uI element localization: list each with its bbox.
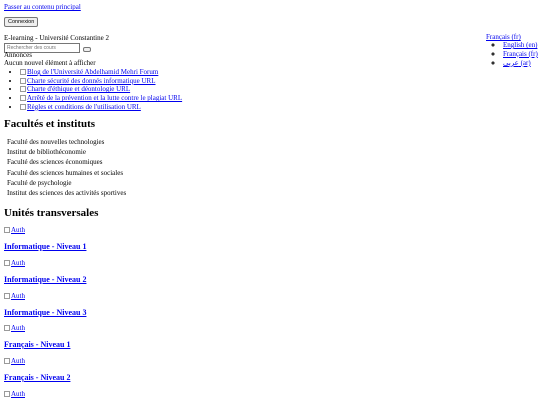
broken-image-icon — [4, 391, 10, 397]
broken-image-icon — [4, 293, 10, 299]
broken-image-icon — [4, 358, 10, 364]
useful-links-list: Blog de l'Université Abdelhamid Mehri Fo… — [12, 68, 182, 111]
announcements-block: Annonces Aucun nouvel élément à afficher — [4, 51, 96, 67]
faculty-item[interactable]: Institut de bibliothéconomie — [7, 148, 126, 158]
faculty-item[interactable]: Institut des sciences des activités spor… — [7, 189, 126, 199]
faculties-list: Faculté des nouvelles technologies Insti… — [7, 138, 126, 199]
faculty-item[interactable]: Faculté des sciences humaines et sociale… — [7, 169, 126, 179]
useful-link[interactable]: Charte d'éthique et déontologie URL — [20, 85, 130, 93]
unit-image-link[interactable]: Auth — [4, 324, 25, 333]
language-menu: Français (fr) English (en) Français (fr)… — [486, 33, 538, 67]
broken-image-icon — [4, 227, 10, 233]
unit-image-link[interactable]: Auth — [4, 357, 25, 366]
unit-image-link[interactable]: Auth — [4, 226, 25, 235]
useful-link[interactable]: Règles et conditions de l'utilisation UR… — [20, 103, 141, 111]
unit-title-link[interactable]: Informatique - Niveau 2 — [4, 275, 86, 285]
useful-link[interactable]: Arrêté de la prévention et la lutte cont… — [20, 94, 182, 102]
list-item: Arrêté de la prévention et la lutte cont… — [20, 94, 182, 103]
site-name: E-learning - Université Constantine 2 — [4, 34, 109, 42]
list-item: Règles et conditions de l'utilisation UR… — [20, 103, 182, 112]
broken-image-icon — [20, 77, 26, 84]
broken-image-icon — [20, 95, 26, 102]
list-item: Blog de l'Université Abdelhamid Mehri Fo… — [20, 68, 182, 77]
faculties-heading: Facultés et instituts — [4, 118, 96, 130]
language-option: Français (fr) — [503, 50, 540, 59]
skip-to-content-link[interactable]: Passer au contenu principal — [4, 3, 81, 12]
broken-image-icon — [20, 69, 26, 75]
language-options: English (en) Français (fr) عربي (ar) — [493, 41, 540, 67]
language-current[interactable]: Français (fr) — [486, 33, 521, 41]
faculty-item[interactable]: Faculté de psychologie — [7, 179, 126, 189]
unit-image-link[interactable]: Auth — [4, 292, 25, 301]
broken-image-icon — [4, 325, 10, 331]
announcements-empty-text: Aucun nouvel élément à afficher — [4, 59, 96, 67]
unit-image-link[interactable]: Auth — [4, 259, 25, 268]
unit-title-link[interactable]: Informatique - Niveau 1 — [4, 242, 86, 252]
list-item: Charte d'éthique et déontologie URL — [20, 85, 182, 94]
broken-image-icon — [4, 260, 10, 266]
unit-title-link[interactable]: Français - Niveau 1 — [4, 340, 70, 350]
useful-link[interactable]: Charte sécurité des donnés informatique … — [20, 77, 156, 85]
unit-image-link[interactable]: Auth — [4, 390, 25, 399]
faculty-item[interactable]: Faculté des nouvelles technologies — [7, 138, 126, 148]
broken-image-icon — [20, 103, 26, 110]
language-option: English (en) — [503, 41, 540, 50]
broken-image-icon — [20, 86, 26, 93]
faculty-item[interactable]: Faculté des sciences économiques — [7, 158, 126, 168]
unit-title-link[interactable]: Informatique - Niveau 3 — [4, 308, 86, 318]
unit-title-link[interactable]: Français - Niveau 2 — [4, 373, 70, 383]
units-heading: Unités transversales — [4, 207, 99, 219]
useful-link[interactable]: Blog de l'Université Abdelhamid Mehri Fo… — [20, 68, 158, 76]
login-button[interactable]: Connexion — [4, 17, 39, 27]
announcements-title: Annonces — [4, 51, 32, 59]
language-option: عربي (ar) — [503, 59, 540, 68]
list-item: Charte sécurité des donnés informatique … — [20, 77, 182, 86]
